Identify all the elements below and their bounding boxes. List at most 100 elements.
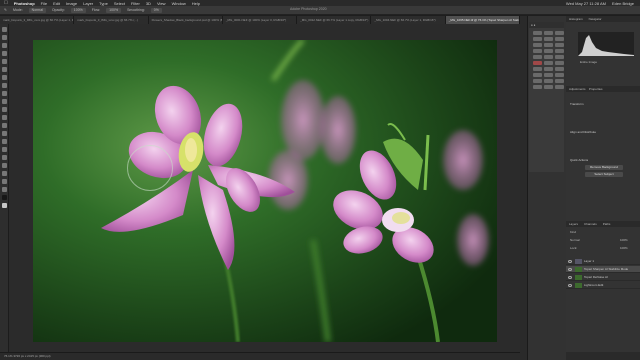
- menu-select[interactable]: Select: [114, 1, 125, 6]
- select-subject-button[interactable]: Select Subject: [585, 172, 623, 177]
- tab-navigator[interactable]: Navigator: [589, 16, 602, 22]
- layers-opacity-value[interactable]: 100%: [620, 238, 628, 242]
- remove-background-button[interactable]: Remove Background: [585, 165, 623, 170]
- panel-button[interactable]: [555, 37, 564, 41]
- panel-button[interactable]: [555, 31, 564, 35]
- tab-adjustments[interactable]: Adjustments: [569, 87, 586, 91]
- user-name[interactable]: Eden Bridge: [612, 1, 634, 6]
- panel-button[interactable]: [555, 85, 564, 89]
- frame-tool-icon[interactable]: [1, 67, 7, 72]
- panel-button[interactable]: [555, 43, 564, 47]
- tab-paths[interactable]: Paths: [603, 221, 611, 227]
- menu-layer[interactable]: Layer: [83, 1, 93, 6]
- layer-row[interactable]: Lightroom Edit: [566, 282, 640, 289]
- panel-button[interactable]: [533, 55, 542, 59]
- clone-stamp-tool-icon[interactable]: [1, 99, 7, 104]
- shape-tool-icon[interactable]: [1, 171, 7, 176]
- menu-filter[interactable]: Filter: [131, 1, 140, 6]
- panel-button[interactable]: [544, 67, 553, 71]
- menu-image[interactable]: Image: [66, 1, 77, 6]
- eraser-tool-icon[interactable]: [1, 115, 7, 120]
- quick-select-tool-icon[interactable]: [1, 51, 7, 56]
- doc-tab[interactable]: mark_biopunk_3_IMG_xxxx.jpg @ 66.7% (Lay…: [0, 16, 75, 24]
- move-tool-icon[interactable]: [1, 27, 7, 32]
- panel-button[interactable]: [544, 49, 553, 53]
- panel-button[interactable]: [544, 85, 553, 89]
- brush-tool-icon[interactable]: [1, 91, 7, 96]
- marquee-tool-icon[interactable]: [1, 35, 7, 40]
- smoothing-input[interactable]: 0%: [150, 7, 162, 13]
- menu-edit[interactable]: Edit: [53, 1, 60, 6]
- lasso-tool-icon[interactable]: [1, 43, 7, 48]
- panel-button[interactable]: [533, 67, 542, 71]
- panel-button[interactable]: [533, 49, 542, 53]
- panel-button[interactable]: [555, 49, 564, 53]
- doc-tab[interactable]: _MG_0001.NEF @ 100% (Layer 0, RGB/16*): [223, 16, 298, 24]
- opacity-input[interactable]: 100%: [70, 7, 86, 13]
- panel-button[interactable]: [544, 37, 553, 41]
- panel-button[interactable]: [544, 31, 553, 35]
- tab-histogram[interactable]: Histogram: [569, 16, 583, 22]
- panel-button[interactable]: [533, 31, 542, 35]
- hand-tool-icon[interactable]: [1, 179, 7, 184]
- panel-button[interactable]: [533, 85, 542, 89]
- layers-blend-mode[interactable]: Normal: [570, 238, 580, 242]
- gradient-tool-icon[interactable]: [1, 123, 7, 128]
- doc-tab-active[interactable]: _MG_1065.NEF.tif @ 76.1% (Topaz Sharpen …: [445, 16, 520, 24]
- visibility-eye-icon[interactable]: [568, 276, 572, 279]
- quick-actions-section[interactable]: Quick Actions: [570, 158, 588, 162]
- layers-kind-filter[interactable]: Kind: [570, 230, 576, 234]
- zoom-tool-icon[interactable]: [1, 187, 7, 192]
- panel-button[interactable]: [544, 79, 553, 83]
- visibility-eye-icon[interactable]: [568, 260, 572, 263]
- menu-help[interactable]: Help: [192, 1, 200, 6]
- healing-tool-icon[interactable]: [1, 83, 7, 88]
- panel-button[interactable]: [544, 61, 553, 65]
- layer-row[interactable]: Layer 1: [566, 258, 640, 265]
- menu-3d[interactable]: 3D: [146, 1, 151, 6]
- blur-tool-icon[interactable]: [1, 131, 7, 136]
- history-brush-tool-icon[interactable]: [1, 107, 7, 112]
- background-color-icon[interactable]: [1, 203, 7, 208]
- layer-row-selected[interactable]: Topaz Sharpen AI Stabilize Mode: [566, 266, 640, 273]
- mode-select[interactable]: Normal: [28, 7, 46, 13]
- layers-fill-value[interactable]: 100%: [620, 246, 628, 250]
- tab-properties[interactable]: Properties: [589, 87, 603, 91]
- transform-section[interactable]: Transform: [570, 102, 584, 106]
- app-menu[interactable]: Photoshop: [14, 1, 35, 6]
- panel-button[interactable]: [533, 43, 542, 47]
- visibility-eye-icon[interactable]: [568, 284, 572, 287]
- document-canvas[interactable]: [33, 40, 497, 342]
- panel-button[interactable]: [533, 73, 542, 77]
- pen-tool-icon[interactable]: [1, 147, 7, 152]
- layer-row[interactable]: Topaz DeNoise AI: [566, 274, 640, 281]
- type-tool-icon[interactable]: [1, 155, 7, 160]
- crop-tool-icon[interactable]: [1, 59, 7, 64]
- panel-button[interactable]: [533, 61, 542, 65]
- doc-tab[interactable]: _MG_0012.NEF @ 66.7% (Layer 1 copy, RGB/…: [297, 16, 372, 24]
- panel-button[interactable]: [555, 55, 564, 59]
- menu-window[interactable]: Window: [172, 1, 186, 6]
- panel-button[interactable]: [555, 67, 564, 71]
- clock[interactable]: Wed May 27 11:28 AM: [566, 1, 606, 6]
- panel-button[interactable]: [555, 61, 564, 65]
- tab-layers[interactable]: Layers: [569, 221, 578, 227]
- doc-tab[interactable]: _MG_1004.NEF @ 66.7% (Layer 1, RGB/16*): [371, 16, 446, 24]
- foreground-color-icon[interactable]: [1, 195, 7, 200]
- panel-button[interactable]: [544, 43, 553, 47]
- doc-tab[interactable]: Flowers_Shadow_Black_background.psd @ 10…: [149, 16, 223, 24]
- menu-view[interactable]: View: [157, 1, 166, 6]
- panel-button[interactable]: [544, 73, 553, 77]
- menu-type[interactable]: Type: [99, 1, 108, 6]
- panel-button[interactable]: [544, 55, 553, 59]
- align-section[interactable]: Align and Distribute: [570, 130, 596, 134]
- flow-input[interactable]: 100%: [106, 7, 122, 13]
- panel-button[interactable]: [533, 37, 542, 41]
- histogram-channel[interactable]: Entire Image: [580, 60, 597, 64]
- panel-button[interactable]: [533, 79, 542, 83]
- dodge-tool-icon[interactable]: [1, 139, 7, 144]
- visibility-eye-icon[interactable]: [568, 268, 572, 271]
- path-select-tool-icon[interactable]: [1, 163, 7, 168]
- panel-button[interactable]: [555, 79, 564, 83]
- tab-channels[interactable]: Channels: [584, 221, 597, 227]
